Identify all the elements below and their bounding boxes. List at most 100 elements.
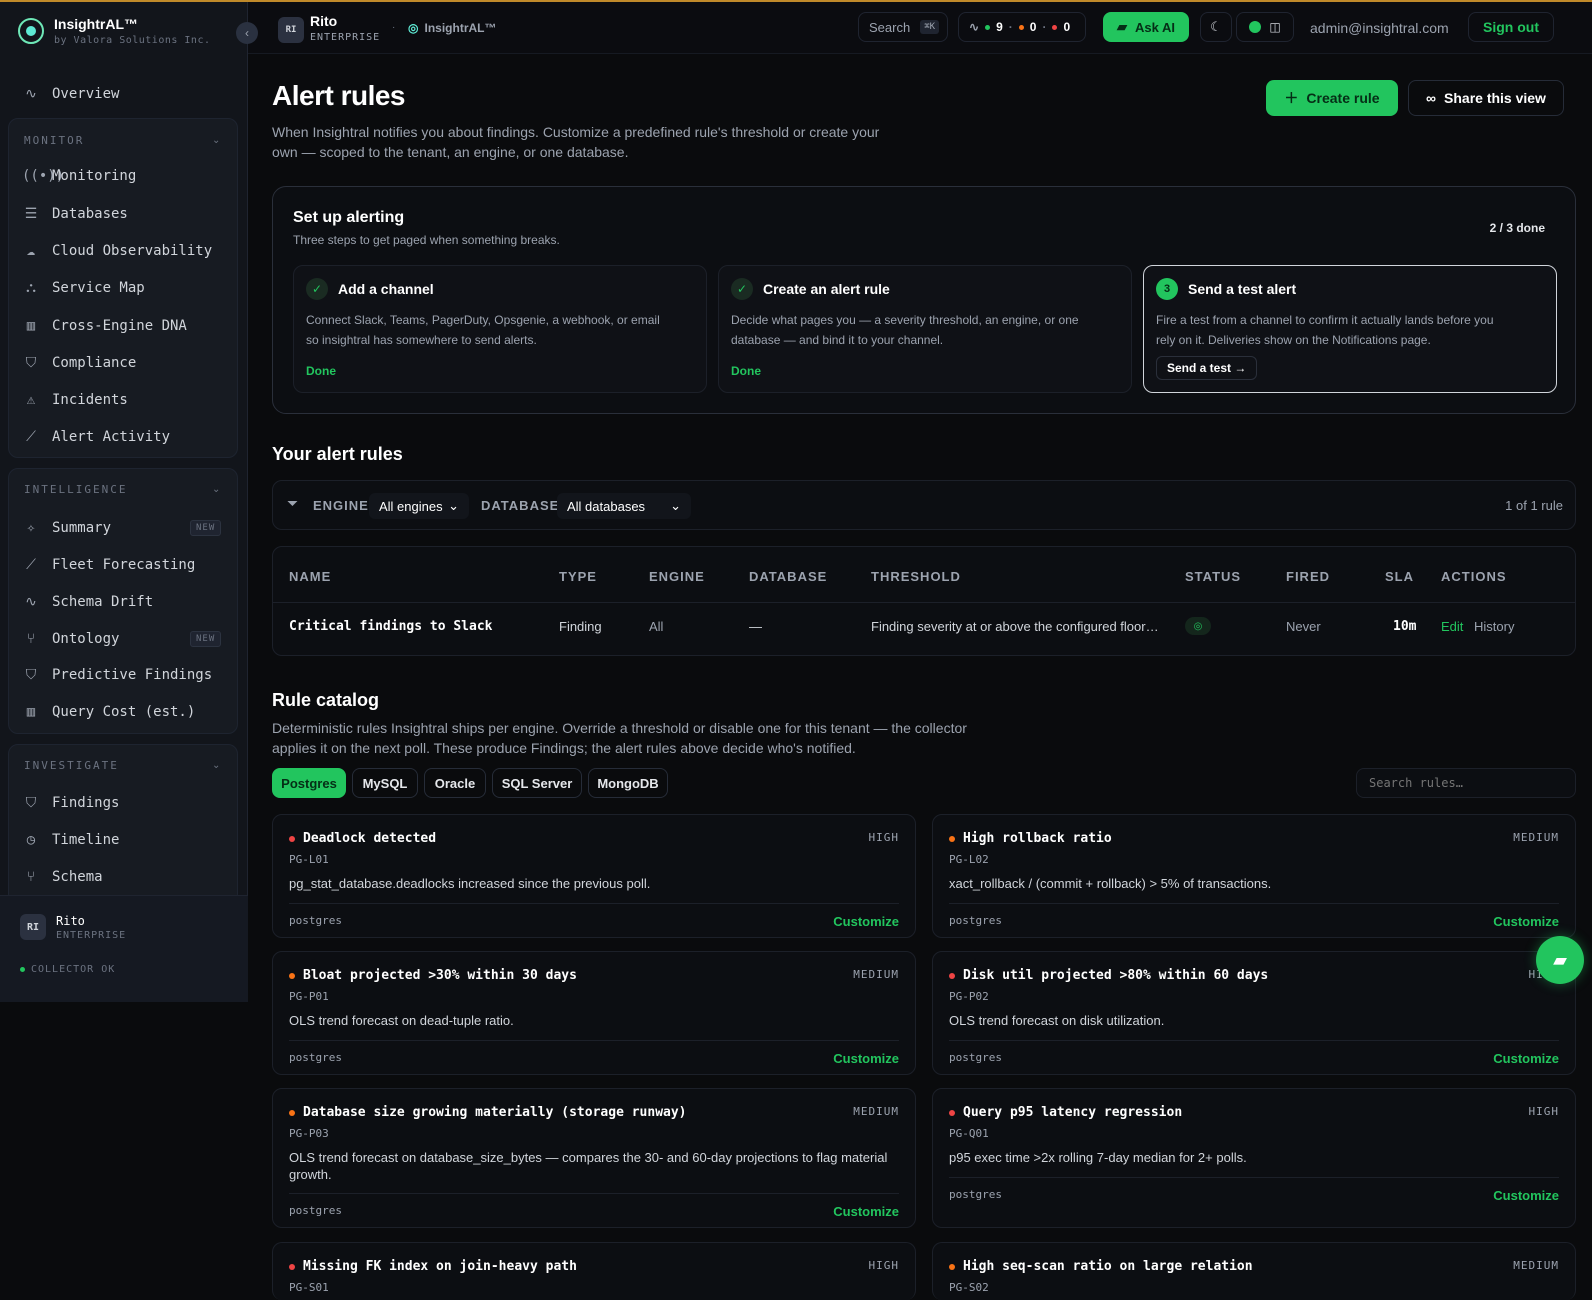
pulse-icon: ∿ [25,594,37,610]
nav-monitoring[interactable]: ((•)) Monitoring [22,164,136,188]
col-header-threshold[interactable]: THRESHOLD [871,569,961,584]
rule-card[interactable]: Deadlock detected HIGH PG-L01 pg_stat_da… [272,814,916,938]
database-select[interactable]: All databases ⌄ [557,493,691,519]
status-indicator [1249,21,1262,33]
brand[interactable]: InsightrAL™ by Valora Solutions Inc. [18,16,211,46]
customize-button[interactable]: Customize [1493,914,1559,929]
logo-icon: ◎ [408,21,419,35]
col-header-type[interactable]: TYPE [559,569,597,584]
col-header-sla[interactable]: SLA [1385,569,1414,584]
nav-service-map[interactable]: ⛬ Service Map [22,276,145,300]
customize-button[interactable]: Customize [1493,1051,1559,1066]
step-create-rule[interactable]: ✓ Create an alert rule Decide what pages… [718,265,1132,393]
user-card[interactable]: RI Rito ENTERPRISE COLLECTOR OK [0,895,248,1002]
rule-card[interactable]: High seq-scan ratio on large relation ME… [932,1242,1576,1300]
nav-ontology[interactable]: ⑂ Ontology NEW [22,627,222,651]
nav-compliance[interactable]: ⛉ Compliance [22,351,137,375]
nav-label: Cross-Engine DNA [52,318,187,334]
status-dot [20,967,25,972]
rule-card[interactable]: Database size growing materially (storag… [272,1088,916,1228]
customize-button[interactable]: Customize [1493,1188,1559,1203]
step-status: Done [731,364,761,378]
col-header-actions[interactable]: ACTIONS [1441,569,1507,584]
tab-mysql[interactable]: MySQL [352,768,418,798]
layout-controls[interactable]: ◫ [1236,12,1294,42]
search-rules-input[interactable] [1356,768,1576,798]
separator-dot: · [1008,20,1013,34]
step-add-channel[interactable]: ✓ Add a channel Connect Slack, Teams, Pa… [293,265,707,393]
rule-card[interactable]: Disk util projected >80% within 60 days … [932,951,1576,1075]
product-breadcrumb[interactable]: ◎ InsightrAL™ [408,21,496,35]
rule-description: OLS trend forecast on disk utilization. [949,1013,1165,1028]
separator-dot: · [392,22,396,33]
rule-description: p95 exec time >2x rolling 7-day median f… [949,1150,1247,1165]
nav-label: Schema [52,869,103,885]
nav-databases[interactable]: ☰ Databases [22,202,128,226]
nav-schema-drift[interactable]: ∿ Schema Drift [22,590,153,614]
rule-card[interactable]: Query p95 latency regression HIGH PG-Q01… [932,1088,1576,1228]
nav-findings[interactable]: ⛉ Findings [22,791,120,815]
nav-fleet-forecasting[interactable]: ⟋ Fleet Forecasting [22,553,195,577]
chat-fab-button[interactable]: ▰ [1536,936,1584,984]
nav-cross-engine-dna[interactable]: ▥ Cross-Engine DNA [22,314,187,338]
tab-sql-server[interactable]: SQL Server [492,768,582,798]
create-rule-button[interactable]: ＋ Create rule [1266,80,1398,116]
theme-toggle-moon-icon[interactable]: ☾ [1200,12,1232,42]
nav-query-cost[interactable]: ▥ Query Cost (est.) [22,700,196,724]
chevron-down-icon[interactable]: ⌄ [212,135,220,146]
sign-out-button[interactable]: Sign out [1468,12,1554,42]
status-enabled-icon[interactable]: ◎ [1185,617,1211,635]
col-header-engine[interactable]: ENGINE [649,569,705,584]
nav-label: Compliance [52,355,137,371]
nav-incidents[interactable]: ⚠ Incidents [22,388,128,412]
nav-alert-activity[interactable]: ⟋ Alert Activity [22,425,170,449]
ask-ai-button[interactable]: ▰ Ask AI [1103,12,1189,42]
share-view-button[interactable]: ∞ Share this view [1408,80,1564,116]
rule-card[interactable]: Bloat projected >30% within 30 days MEDI… [272,951,916,1075]
step-title: Create an alert rule [763,281,890,297]
customize-button[interactable]: Customize [833,1204,899,1219]
tab-oracle[interactable]: Oracle [424,768,486,798]
panel-icon[interactable]: ◫ [1269,20,1280,34]
logo-icon [18,18,44,44]
history-link[interactable]: History [1474,619,1514,634]
col-header-database[interactable]: DATABASE [749,569,827,584]
customize-button[interactable]: Customize [833,914,899,929]
chevron-down-icon[interactable]: ⌄ [212,760,220,771]
nav-cloud-observability[interactable]: ☁ Cloud Observability [22,239,212,263]
collapse-sidebar-button[interactable]: ‹ [236,22,258,44]
user-email[interactable]: admin@insightral.com [1310,20,1449,36]
step-send-test[interactable]: 3 Send a test alert Fire a test from a c… [1143,265,1557,393]
rule-name[interactable]: Critical findings to Slack [289,619,493,634]
tab-mongodb[interactable]: MongoDB [588,768,668,798]
rule-card[interactable]: High rollback ratio MEDIUM PG-L02 xact_r… [932,814,1576,938]
chevron-down-icon[interactable]: ⌄ [212,484,220,495]
health-summary[interactable]: ∿ 9 · 0 · 0 [958,12,1086,42]
nav-label: Databases [52,206,128,222]
nav-overview[interactable]: ∿ Overview [22,82,119,106]
rule-card-title: High rollback ratio [949,831,1112,846]
nav-predictive-findings[interactable]: ⛉ Predictive Findings [22,663,212,687]
nav-summary[interactable]: ✧ Summary NEW [22,516,222,540]
edit-link[interactable]: Edit [1441,619,1463,634]
setup-progress: 2 / 3 done [1489,221,1545,235]
nav-label: Query Cost (est.) [52,704,196,720]
customize-button[interactable]: Customize [833,1051,899,1066]
search-button[interactable]: Search ⌘K [858,12,948,42]
page-subtitle: When Insightral notifies you about findi… [272,122,972,162]
org-name[interactable]: Rito [310,13,337,29]
col-header-name[interactable]: NAME [289,569,331,584]
severity-label: HIGH [1528,1105,1559,1118]
col-header-fired[interactable]: FIRED [1286,569,1330,584]
rule-description: pg_stat_database.deadlocks increased sin… [289,876,651,891]
nav-label: Schema Drift [52,594,154,610]
severity-dot [289,972,295,979]
tab-postgres[interactable]: Postgres [272,768,346,798]
database-select-value: All databases [567,498,646,514]
col-header-status[interactable]: STATUS [1185,569,1241,584]
nav-timeline[interactable]: ◷ Timeline [22,828,120,852]
nav-schema[interactable]: ⑂ Schema [22,865,103,889]
send-test-button[interactable]: Send a test → [1156,356,1258,380]
rule-card[interactable]: Missing FK index on join-heavy path HIGH… [272,1242,916,1300]
engine-select[interactable]: All engines ⌄ [369,493,469,519]
